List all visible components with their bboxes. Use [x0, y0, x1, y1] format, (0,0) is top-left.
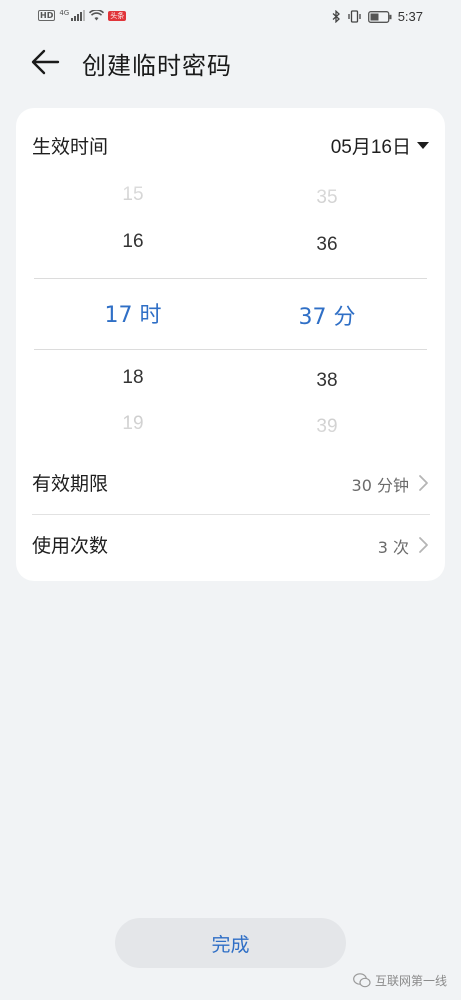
header: 创建临时密码: [0, 40, 461, 84]
wifi-icon: [89, 10, 105, 21]
page-title: 创建临时密码: [82, 52, 232, 80]
effective-time-row: 生效时间 05月16日: [16, 122, 445, 166]
app-notification-badge: 头条: [108, 10, 127, 21]
status-bar: HD 4G 头条 5:37: [0, 0, 461, 34]
selection-bottom-line: [34, 349, 427, 350]
done-button[interactable]: 完成: [115, 918, 346, 968]
clock: 5:37: [397, 9, 423, 24]
minute-wheel[interactable]: 35 36 37 分 38 39: [227, 178, 427, 448]
hour-option[interactable]: 15: [33, 184, 233, 206]
effective-time-label: 生效时间: [32, 136, 109, 158]
minute-option[interactable]: 38: [227, 370, 427, 392]
date-value: 05月16日: [330, 137, 411, 158]
date-dropdown[interactable]: 05月16日: [331, 132, 429, 159]
usage-count-value: 3 次: [377, 538, 409, 557]
cellular-signal-icon: [71, 10, 86, 21]
validity-value: 30 分钟: [351, 476, 409, 495]
watermark: 互联网第一线: [353, 972, 447, 989]
network-type: 4G: [59, 8, 70, 17]
status-left: HD 4G 头条: [38, 8, 127, 21]
minute-option[interactable]: 36: [227, 234, 427, 256]
caret-down-icon: [417, 142, 429, 149]
chevron-right-icon: [419, 475, 428, 491]
validity-row[interactable]: 有效期限 30 分钟: [16, 453, 445, 513]
minute-option[interactable]: 35: [227, 187, 427, 209]
battery-icon: [367, 10, 392, 23]
status-right: 5:37: [332, 9, 423, 24]
arrow-left-icon: [31, 49, 60, 75]
minute-option[interactable]: 39: [227, 416, 427, 438]
hd-indicator: HD: [38, 10, 56, 21]
hour-wheel[interactable]: 15 16 17 时 18 19: [33, 178, 233, 448]
validity-label: 有效期限: [32, 473, 109, 495]
time-picker[interactable]: 15 16 17 时 18 19 35 36 37 分 38 39: [16, 178, 445, 448]
wechat-icon: [353, 973, 371, 988]
back-button[interactable]: [28, 48, 62, 76]
usage-count-row[interactable]: 使用次数 3 次: [16, 515, 445, 575]
hour-selected[interactable]: 17 时: [33, 297, 233, 329]
watermark-text: 互联网第一线: [374, 974, 447, 988]
selection-top-line: [34, 278, 427, 279]
hour-option[interactable]: 19: [33, 413, 233, 435]
settings-card: 生效时间 05月16日 15 16 17 时 18 19 35 36 37 分 …: [16, 108, 445, 581]
hour-option[interactable]: 18: [33, 367, 233, 389]
chevron-right-icon: [419, 537, 428, 553]
minute-selected[interactable]: 37 分: [227, 299, 427, 331]
hour-option[interactable]: 16: [33, 231, 233, 253]
screen: HD 4G 头条 5:37 创建临时密码 生效时间 05月16日 15 16 1…: [0, 0, 461, 1000]
vibrate-icon: [348, 10, 361, 23]
bluetooth-icon: [332, 10, 340, 23]
usage-count-label: 使用次数: [32, 535, 109, 557]
